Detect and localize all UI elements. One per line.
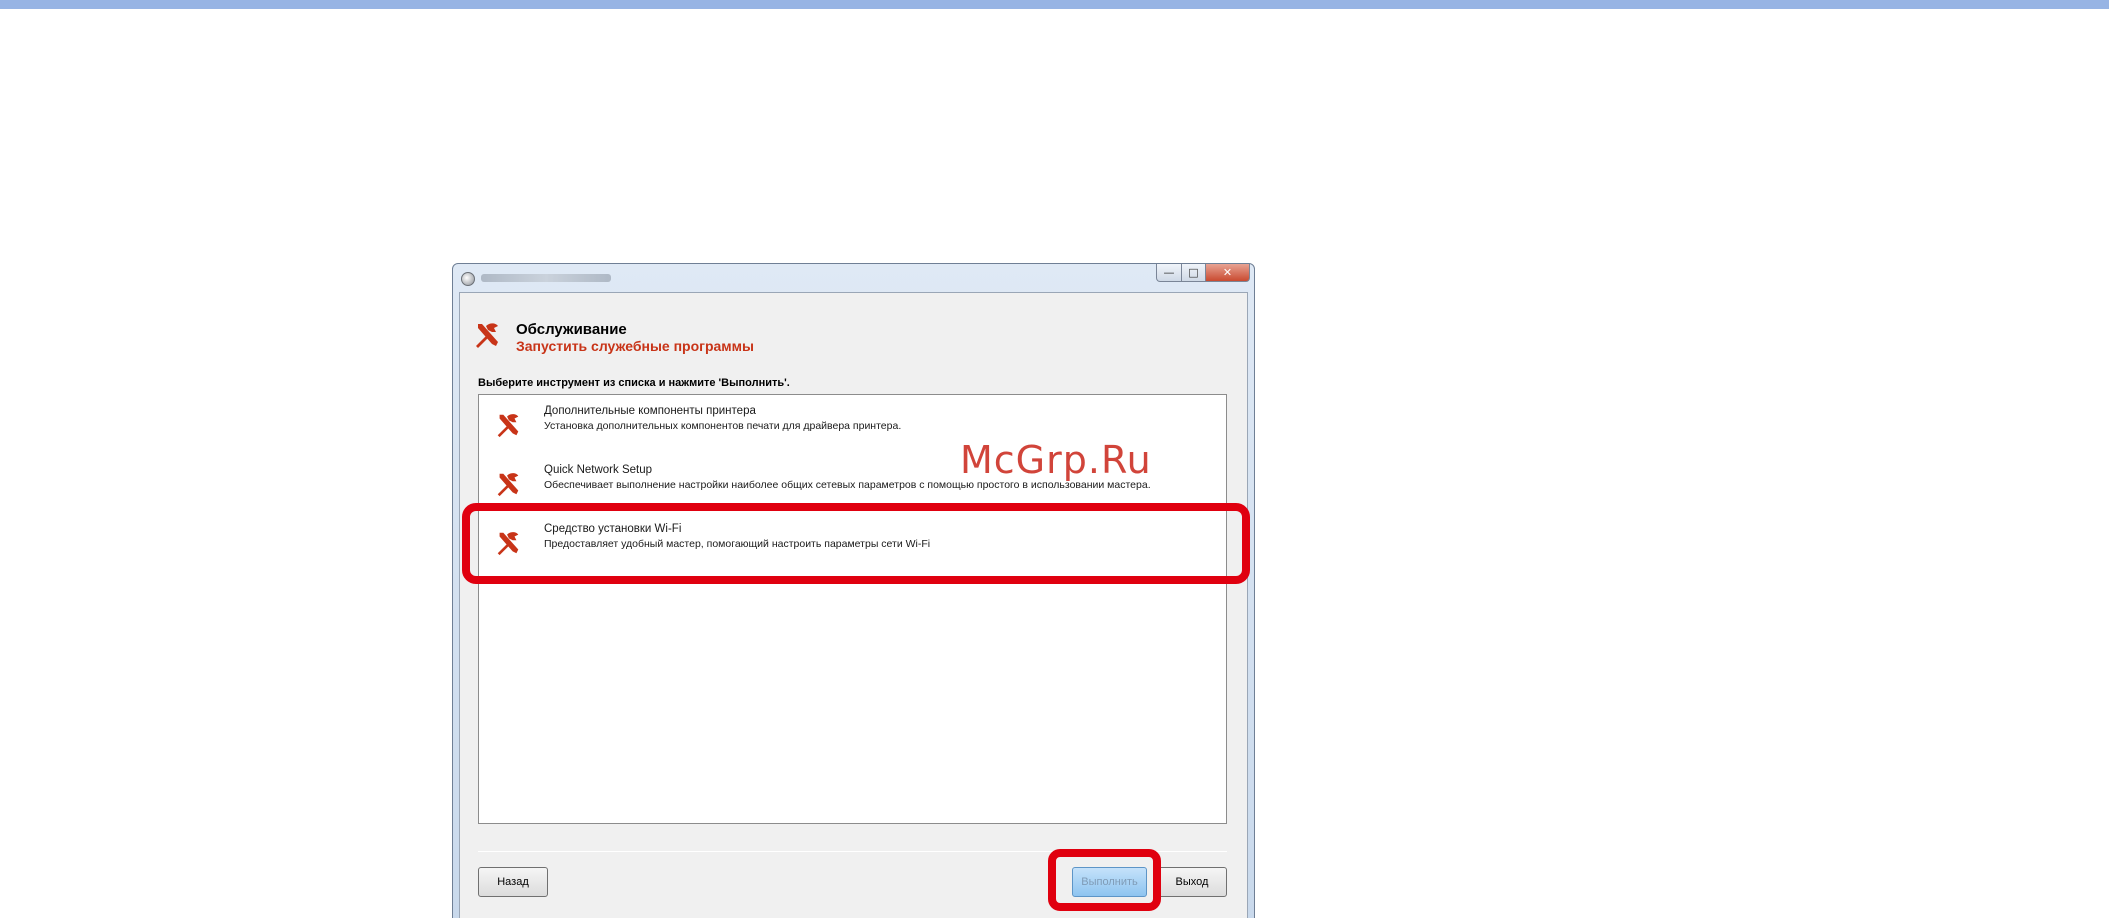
page-subtitle: Запустить служебные программы bbox=[516, 338, 754, 354]
title-bar[interactable]: — □ ✕ bbox=[453, 264, 1254, 292]
watermark: McGrp.Ru bbox=[960, 438, 1152, 482]
tools-icon bbox=[497, 473, 519, 497]
tool-name: Quick Network Setup bbox=[544, 464, 653, 476]
highlight-frame-run-button bbox=[1048, 849, 1161, 911]
window-title-blurred bbox=[481, 274, 611, 282]
close-button[interactable]: ✕ bbox=[1206, 264, 1250, 282]
app-icon bbox=[461, 272, 475, 286]
maintenance-window: — □ ✕ Обслуживание Запустить служебные п… bbox=[452, 263, 1255, 918]
window-controls: — □ ✕ bbox=[1156, 264, 1250, 282]
minimize-button[interactable]: — bbox=[1156, 264, 1182, 282]
highlight-frame-wifi-item bbox=[462, 503, 1250, 584]
maximize-button[interactable]: □ bbox=[1182, 264, 1206, 282]
top-accent-bar bbox=[0, 0, 2109, 9]
tools-icon bbox=[497, 414, 519, 438]
exit-button[interactable]: Выход bbox=[1157, 867, 1227, 897]
tool-name: Дополнительные компоненты принтера bbox=[544, 405, 756, 417]
back-button[interactable]: Назад bbox=[478, 867, 548, 897]
page-title: Обслуживание bbox=[516, 321, 627, 338]
tools-icon bbox=[476, 323, 498, 348]
tool-description: Установка дополнительных компонентов печ… bbox=[544, 420, 902, 432]
instruction-text: Выберите инструмент из списка и нажмите … bbox=[478, 377, 790, 389]
window-content: Обслуживание Запустить служебные програм… bbox=[459, 292, 1248, 918]
